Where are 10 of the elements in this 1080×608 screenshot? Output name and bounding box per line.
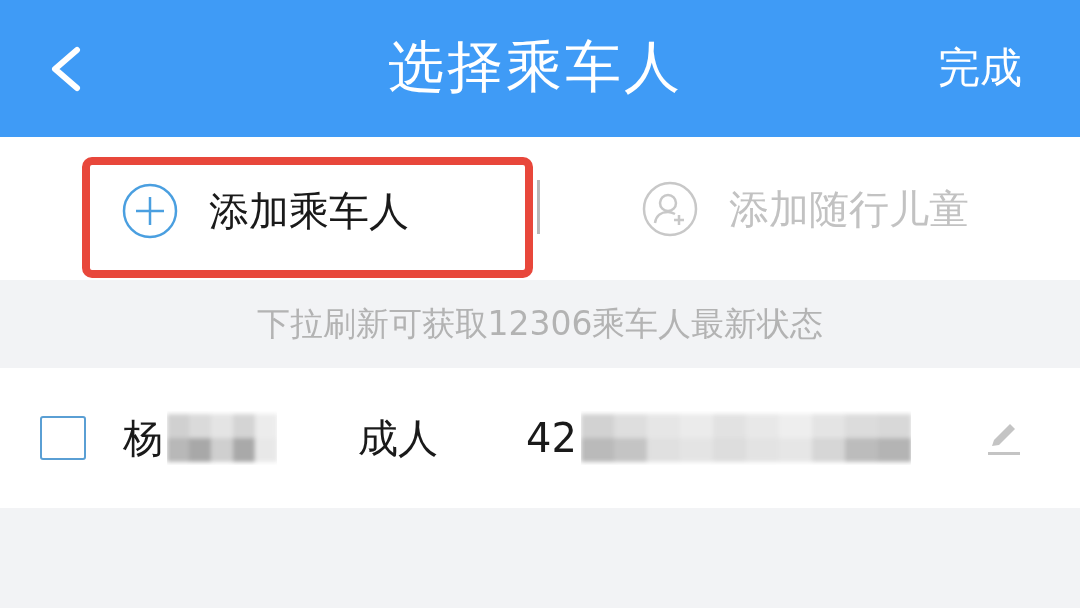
id-number: 42 bbox=[526, 414, 577, 462]
passenger-name: 杨 bbox=[123, 414, 163, 462]
page-title: 选择乘车人 bbox=[387, 32, 683, 101]
add-person-icon bbox=[642, 180, 698, 237]
passenger-type: 成人 bbox=[358, 414, 439, 462]
checkbox[interactable] bbox=[40, 416, 86, 460]
plus-circle-icon bbox=[122, 182, 178, 239]
done-button[interactable]: 完成 bbox=[938, 43, 1022, 94]
refresh-hint: 下拉刷新可获取12306乘车人最新状态 bbox=[256, 304, 824, 344]
add-passenger-button[interactable]: 添加乘车人 bbox=[90, 182, 409, 239]
